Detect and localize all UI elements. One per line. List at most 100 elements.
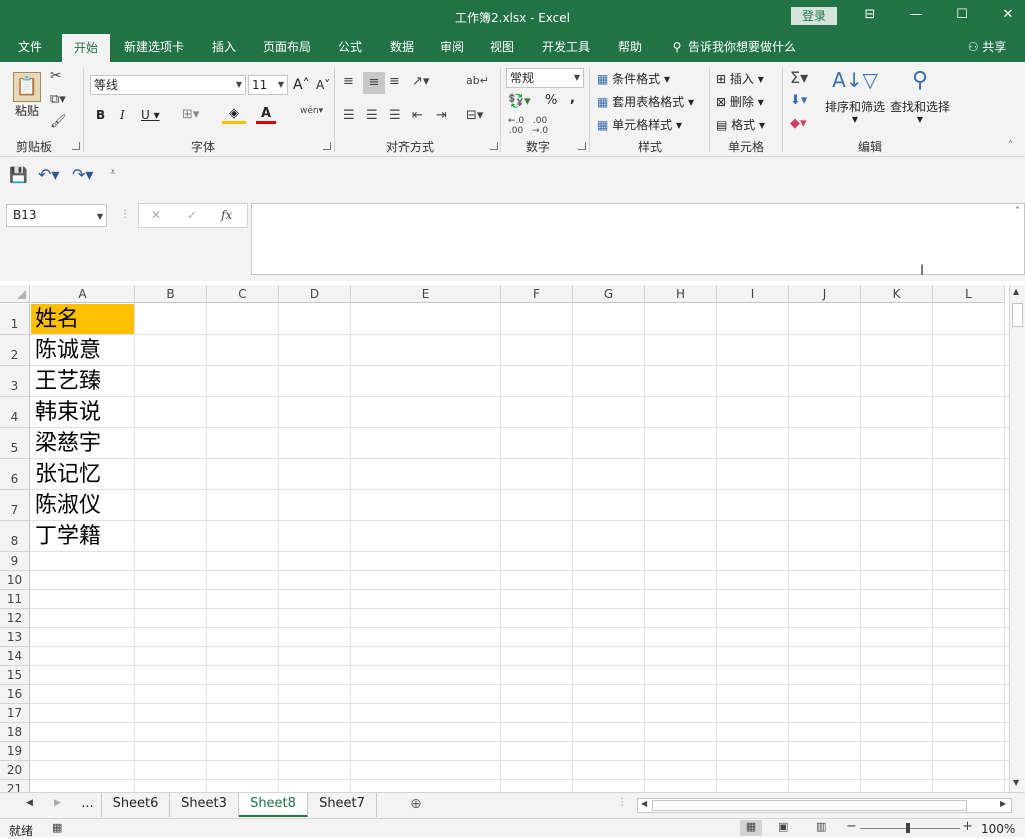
login-button[interactable]: 登录 <box>791 7 837 25</box>
share-button[interactable]: ⚇ 共享 <box>962 32 1012 62</box>
zoom-out-icon[interactable]: − <box>846 819 857 834</box>
row-header-15[interactable]: 15 <box>0 666 30 685</box>
sheet-tab[interactable]: Sheet6 <box>102 793 170 817</box>
cell-a7[interactable]: 陈淑仪 <box>32 491 135 521</box>
increase-decimal-icon[interactable]: ←.0.00 <box>508 116 524 136</box>
tab-developer[interactable]: 开发工具 <box>534 32 598 62</box>
row-header-8[interactable]: 8 <box>0 521 30 552</box>
conditional-format-button[interactable]: ▦ 条件格式 ▾ <box>597 70 670 87</box>
row-header-20[interactable]: 20 <box>0 761 30 780</box>
cell-a3[interactable]: 王艺臻 <box>32 367 135 397</box>
cell-a1[interactable]: 姓名 <box>32 305 135 335</box>
next-sheet-icon[interactable]: ▶ <box>54 798 61 808</box>
align-right-icon[interactable]: ☰ <box>389 108 401 123</box>
align-center-icon[interactable]: ☰ <box>366 108 378 123</box>
currency-icon[interactable]: 💱▾ <box>508 94 531 109</box>
shrink-font-button[interactable]: A˅ <box>316 78 330 92</box>
close-icon[interactable]: ✕ <box>995 4 1021 26</box>
undo-icon[interactable]: ↶▾ <box>38 165 59 184</box>
italic-button[interactable]: I <box>120 108 125 122</box>
zoom-slider-thumb[interactable] <box>906 823 910 833</box>
customize-qat-icon[interactable]: ⩡ <box>110 167 116 178</box>
column-header-i[interactable]: I <box>717 285 789 303</box>
clear-icon[interactable]: ◆▾ <box>790 116 807 131</box>
tab-insert[interactable]: 插入 <box>202 32 246 62</box>
tab-file[interactable]: 文件 <box>6 32 54 62</box>
page-break-view-icon[interactable]: ▥ <box>816 820 826 833</box>
insert-function-icon[interactable]: fx <box>221 208 232 222</box>
ribbon-display-icon[interactable]: ⊟ <box>857 4 883 26</box>
cell-a8[interactable]: 丁学籍 <box>32 522 135 552</box>
vscroll-thumb[interactable] <box>1012 303 1023 327</box>
sheet-tab-active[interactable]: Sheet8 <box>239 793 308 817</box>
insert-cells-button[interactable]: ⊞ 插入 ▾ <box>716 70 764 87</box>
number-launcher-icon[interactable] <box>578 142 586 150</box>
zoom-slider[interactable] <box>860 828 960 829</box>
bold-button[interactable]: B <box>96 108 105 122</box>
column-header-d[interactable]: D <box>279 285 351 303</box>
scroll-down-icon[interactable]: ▼ <box>1013 778 1019 787</box>
tab-formulas[interactable]: 公式 <box>328 32 372 62</box>
row-header-6[interactable]: 6 <box>0 459 30 490</box>
column-header-a[interactable]: A <box>31 285 135 303</box>
cell-a5[interactable]: 梁慈宇 <box>32 429 135 459</box>
collapse-ribbon-icon[interactable]: ˄ <box>1008 140 1013 151</box>
tell-me-input[interactable]: 告诉我你想要做什么 <box>688 32 800 62</box>
maximize-icon[interactable]: ☐ <box>949 4 975 26</box>
column-header-e[interactable]: E <box>351 285 501 303</box>
grow-font-button[interactable]: A˄ <box>293 77 310 93</box>
row-header-10[interactable]: 10 <box>0 571 30 590</box>
autosum-icon[interactable]: Σ▾ <box>790 68 808 87</box>
sheet-tab[interactable]: Sheet3 <box>170 793 239 817</box>
tab-review[interactable]: 审阅 <box>430 32 474 62</box>
column-header-f[interactable]: F <box>501 285 573 303</box>
cell-a6[interactable]: 张记忆 <box>32 460 135 490</box>
row-header-5[interactable]: 5 <box>0 428 30 459</box>
row-header-19[interactable]: 19 <box>0 742 30 761</box>
prev-sheet-icon[interactable]: ◀ <box>26 798 33 808</box>
merge-center-icon[interactable]: ⊟▾ <box>466 108 483 123</box>
horizontal-scrollbar[interactable]: ◀ ▶ <box>637 798 1012 813</box>
font-name-select[interactable]: 等线 ▼ <box>90 75 246 95</box>
row-header-9[interactable]: 9 <box>0 552 30 571</box>
formula-input[interactable]: ˄ <box>251 203 1025 275</box>
row-header-11[interactable]: 11 <box>0 590 30 609</box>
align-left-icon[interactable]: ☰ <box>343 108 355 123</box>
row-header-7[interactable]: 7 <box>0 490 30 521</box>
row-header-1[interactable]: 1 <box>0 304 30 335</box>
fill-color-button[interactable]: ◈ <box>222 106 246 126</box>
cell-styles-button[interactable]: ▦ 单元格样式 ▾ <box>597 116 682 133</box>
font-color-button[interactable]: A <box>256 106 276 126</box>
decrease-indent-icon[interactable]: ⇤ <box>412 108 423 123</box>
copy-icon[interactable]: ⧉▾ <box>50 92 66 107</box>
cell-a4[interactable]: 韩束说 <box>32 398 135 428</box>
align-bottom-icon[interactable]: ≡ <box>389 74 400 89</box>
font-size-select[interactable]: 11 ▼ <box>248 75 288 95</box>
border-icon[interactable]: ⊞▾ <box>182 107 199 122</box>
format-cells-button[interactable]: ▤ 格式 ▾ <box>716 116 765 133</box>
row-header-16[interactable]: 16 <box>0 685 30 704</box>
column-header-g[interactable]: G <box>573 285 645 303</box>
worksheet-grid[interactable]: ABCDEFGHIJKL 1 2 3 4 5 6 7 8 9 10 11 12 13 14 15 16 17 18… <box>0 285 1009 792</box>
format-as-table-button[interactable]: ▦ 套用表格格式 ▾ <box>597 93 694 110</box>
macro-record-icon[interactable]: ▦ <box>52 821 62 834</box>
column-header-c[interactable]: C <box>207 285 279 303</box>
phonetic-button[interactable]: wén▾ <box>300 106 323 116</box>
row-header-12[interactable]: 12 <box>0 609 30 628</box>
fill-icon[interactable]: ⬇▾ <box>790 93 807 108</box>
column-header-j[interactable]: J <box>789 285 861 303</box>
cancel-icon[interactable]: ✕ <box>151 208 161 222</box>
orientation-icon[interactable]: ↗▾ <box>412 74 429 89</box>
alignment-launcher-icon[interactable] <box>490 142 498 150</box>
minimize-icon[interactable]: — <box>903 4 929 26</box>
vertical-scrollbar[interactable]: ▲ ▼ <box>1009 285 1025 792</box>
row-header-13[interactable]: 13 <box>0 628 30 647</box>
zoom-level[interactable]: 100% <box>981 822 1015 836</box>
row-header-17[interactable]: 17 <box>0 704 30 723</box>
font-launcher-icon[interactable] <box>323 142 331 150</box>
comma-button[interactable]: , <box>570 91 575 106</box>
find-select-button[interactable]: ⚲ 查找和选择 ▼ <box>888 68 952 124</box>
redo-icon[interactable]: ↷▾ <box>72 165 93 184</box>
number-format-select[interactable]: 常规 ▼ <box>506 68 584 88</box>
align-middle-icon[interactable]: ≡ <box>363 72 385 94</box>
